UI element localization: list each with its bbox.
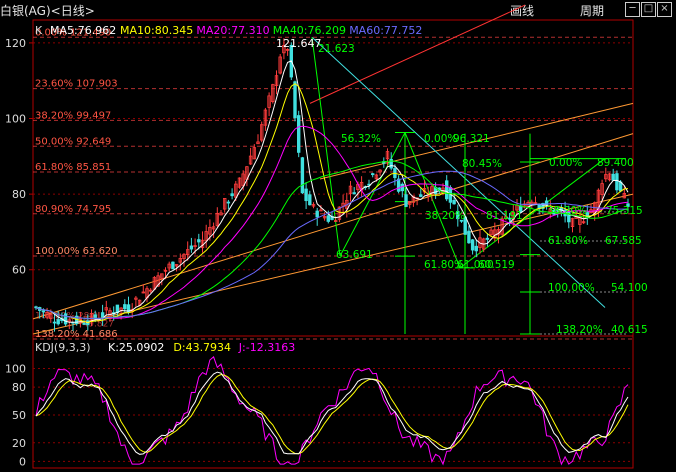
- ma-line-ma10: [35, 83, 629, 324]
- annotation-14: 75.315: [606, 205, 643, 217]
- annotation-4: 80.45%: [462, 158, 502, 170]
- annotation-5: 38.20%: [425, 210, 465, 222]
- candle-body: [197, 239, 201, 243]
- candle-body: [171, 261, 175, 270]
- kdj-tick-label-4: 100: [5, 363, 26, 376]
- price-tick-label-2: 100: [5, 113, 26, 126]
- annotation-16: 67.585: [605, 235, 642, 247]
- annotation-0: 21.623: [318, 43, 355, 55]
- candle-body: [293, 81, 297, 119]
- ma-legend-1: MA10:80.345: [120, 24, 193, 37]
- candle-body: [315, 210, 319, 218]
- annotation-10: 60.519: [478, 259, 515, 271]
- kdj-legend-2: J:-12.3163: [238, 341, 295, 354]
- kdj-j-line: [35, 356, 629, 466]
- candle-body: [296, 115, 301, 153]
- fib-level-label-4: 61.80% 85.851: [35, 162, 111, 173]
- ma-line-ma40: [35, 160, 629, 320]
- candle-body: [400, 183, 404, 192]
- kdj-tick-label-3: 80: [12, 381, 26, 394]
- annotation-6: 81.191: [486, 210, 523, 222]
- kdj-tick-label-2: 50: [12, 409, 26, 422]
- annotation-15: 61.80%: [548, 235, 588, 247]
- price-grid: 60 80 100 120: [5, 37, 633, 277]
- fib-level-label-5: 80.90% 74.795: [35, 204, 111, 215]
- candlesticks: [34, 38, 630, 332]
- ma-legend: K MA5:76.962 MA10:80.345 MA20:77.310 MA40:76…: [35, 24, 422, 37]
- fib-level-label-1: 23.60% 107.903: [35, 79, 118, 90]
- kdj-legend-1: D:43.7934: [173, 341, 231, 354]
- candle-body: [467, 230, 471, 244]
- ma-legend-0: MA5:76.962: [50, 24, 116, 37]
- price-tick-label-0: 60: [12, 264, 26, 277]
- fibonacci-levels: 0.00% 121.49023.60% 107.90338.20% 99.497…: [33, 27, 633, 340]
- annotation-11: 0.00%: [549, 157, 582, 169]
- annotation-17: 100.00%: [548, 282, 595, 294]
- price-panel-title: K: [35, 24, 43, 37]
- channel-lower-line: [32, 193, 634, 335]
- annotation-1: 56.32%: [341, 133, 381, 145]
- annotation-7: 63.691: [336, 249, 373, 261]
- candle-body: [485, 237, 490, 240]
- chart-canvas[interactable]: 6080100120 0.00% 121.49023.60% 107.90338…: [0, 0, 676, 472]
- candle-body: [308, 194, 312, 206]
- candle-body: [396, 178, 401, 192]
- kdj-title: KDJ(9,3,3): [35, 341, 91, 354]
- ma-legend-4: MA60:77.752: [349, 24, 422, 37]
- annotation-19: 138.20%: [556, 324, 603, 336]
- candle-body: [419, 194, 423, 197]
- candle-body: [470, 239, 475, 251]
- candle-body: [444, 180, 449, 200]
- candle-body: [230, 193, 234, 197]
- candle-body: [41, 310, 46, 313]
- candle-body: [56, 319, 60, 325]
- annotation-12: 89.400: [597, 157, 634, 169]
- ma-legend-2: MA20:77.310: [196, 24, 269, 37]
- annotation-13: 38.20%: [547, 205, 587, 217]
- candle-body: [404, 194, 408, 207]
- candle-body: [52, 321, 57, 324]
- fib-level-label-2: 38.20% 99.497: [35, 110, 111, 121]
- candle-body: [123, 304, 127, 310]
- candle-body: [300, 157, 305, 194]
- candle-body: [452, 200, 456, 205]
- candle-body: [370, 173, 375, 176]
- fib-level-label-3: 50.00% 92.649: [35, 136, 111, 147]
- channel-mid-line: [32, 133, 634, 320]
- candle-body: [352, 192, 356, 195]
- candle-body: [93, 314, 97, 319]
- candle-body: [82, 322, 86, 325]
- high-price-label: 121.647: [276, 37, 322, 50]
- price-tick-label-3: 120: [5, 37, 26, 50]
- annotation-20: 40.615: [611, 324, 648, 336]
- annotation-3: 96.321: [453, 133, 490, 145]
- kdj-panel: KDJ(9,3,3) K:25.0902 D:43.7934 J:-12.3163 0 2…: [5, 341, 633, 468]
- kdj-d-line: [35, 373, 629, 455]
- ma-legend-3: MA40:76.209: [273, 24, 346, 37]
- kdj-legend-0: K:25.0902: [108, 341, 164, 354]
- candle-body: [63, 313, 68, 325]
- candle-body: [611, 173, 615, 181]
- candle-body: [304, 188, 308, 202]
- candle-body: [615, 173, 619, 191]
- candle-body: [189, 245, 194, 250]
- kdj-tick-label-1: 20: [12, 437, 26, 450]
- ma-line-ma20: [35, 125, 629, 320]
- annotation-18: 54.100: [611, 282, 648, 294]
- price-tick-label-1: 80: [12, 188, 26, 201]
- candle-body: [474, 245, 478, 252]
- kdj-tick-label-0: 0: [19, 455, 26, 468]
- candle-body: [226, 201, 231, 204]
- fib-level-label-6: 100.00% 63.620: [35, 246, 118, 257]
- candle-body: [326, 215, 330, 222]
- candle-body: [100, 312, 105, 318]
